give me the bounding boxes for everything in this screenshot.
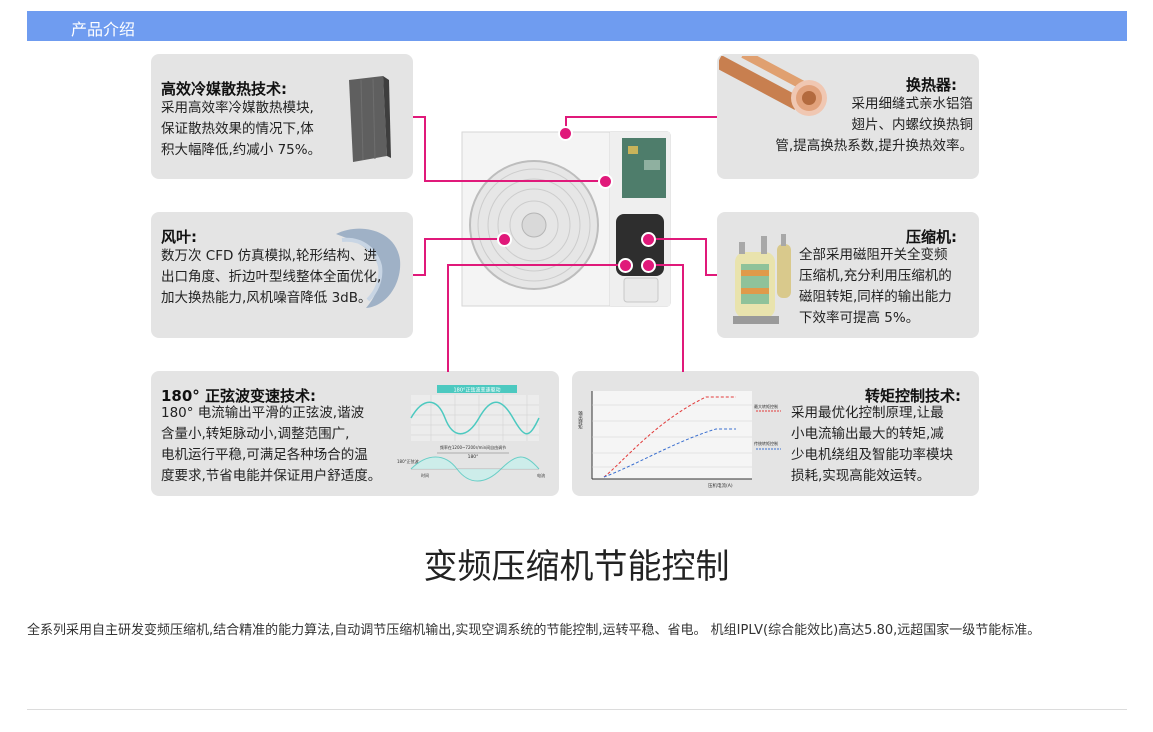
card-text: 数万次 CFD 仿真模拟,轮形结构、进 出口角度、折边叶型线整体全面优化, 加大… — [161, 248, 382, 306]
degree-label: 180° — [468, 454, 479, 460]
band-label: 频率在1200~7200r/min间自由调节 — [440, 444, 506, 450]
card-text: 采用高效率冷媒散热模块, 保证散热效果的情况下,体 积大幅降低,约减小 75%。 — [161, 100, 322, 158]
torque-chart-trad-label: 传统转矩控制 — [754, 440, 778, 446]
card-sine-wave: 180° 正弦波变速技术: 180° 电流输出平滑的正弦波,谐波 含量小,转矩脉… — [151, 371, 559, 496]
card-text: 采用细缝式亲水铝箔 翅片、内螺纹换热铜 管,提高换热系数,提升换热效率。 — [775, 96, 973, 154]
card-title: 压缩机: — [906, 228, 957, 246]
card-heat-exchanger: 换热器: 采用细缝式亲水铝箔 翅片、内螺纹换热铜 管,提高换热系数,提升换热效率… — [717, 54, 979, 179]
card-text: 采用最优化控制原理,让最 小电流输出最大的转矩,减 少电机绕组及智能功率模块 损… — [791, 405, 953, 484]
pointer-dot-fan — [497, 232, 512, 247]
torque-chart-ylabel: 输出转矩 — [578, 410, 583, 431]
section-header-bar: 产品介绍 — [27, 11, 1127, 41]
heat-sink-module-image — [349, 76, 391, 162]
chart-banner: 180°正弦波变速驱动 — [453, 387, 500, 394]
sine-wave-diagram: 180°正弦波变速驱动 频率在1200~7200r/min间自由调节 180° … — [397, 385, 545, 482]
section-header-title: 产品介绍 — [71, 20, 136, 39]
axis-label-time: 时间 — [421, 472, 429, 478]
outdoor-unit-image — [461, 131, 671, 307]
pointer-dot-compressor — [641, 232, 656, 247]
torque-chart-xlabel: 压机电流(A) — [708, 482, 733, 489]
axis-label-left: 180°正弦波 — [397, 458, 419, 464]
card-title: 换热器: — [906, 76, 957, 94]
card-compressor: 压缩机: 全部采用磁阻开关全变频 压缩机,充分利用压缩机的 磁阻转矩,同样的输出… — [717, 212, 979, 338]
compressor-image — [733, 234, 791, 324]
pointer-dot-heat-exchanger — [558, 126, 573, 141]
card-text: 180° 电流输出平滑的正弦波,谐波 含量小,转矩脉动小,调整范围广, 电机运行… — [161, 405, 382, 484]
card-title: 高效冷媒散热技术: — [161, 80, 287, 98]
pointer-dot-heat-dissipation — [598, 174, 613, 189]
card-heat-dissipation: 高效冷媒散热技术: 采用高效率冷媒散热模块, 保证散热效果的情况下,体 积大幅降… — [151, 54, 413, 179]
section-description: 全系列采用自主研发变频压缩机,结合精准的能力算法,自动调节压缩机输出,实现空调系… — [27, 623, 1041, 638]
card-title: 风叶: — [161, 228, 197, 246]
torque-chart-max-label: 最大转矩控制 — [754, 403, 778, 409]
section-title: 变频压缩机节能控制 — [423, 547, 730, 587]
card-text: 全部采用磁阻开关全变频 压缩机,充分利用压缩机的 磁阻转矩,同样的输出能力 下效… — [799, 247, 952, 326]
pointer-dot-torque — [641, 258, 656, 273]
divider — [27, 709, 1127, 710]
card-torque-control: 输出转矩 压机电流(A) 最大转矩控制 传统转矩控制 转矩控制技术: 采用最优化… — [572, 371, 979, 496]
torque-chart: 输出转矩 压机电流(A) 最大转矩控制 传统转矩控制 — [578, 391, 781, 489]
axis-label-current: 电流 — [537, 472, 545, 478]
card-fan-blade: 风叶: 数万次 CFD 仿真模拟,轮形结构、进 出口角度、折边叶型线整体全面优化… — [151, 212, 413, 338]
pointer-dot-sine-wave — [618, 258, 633, 273]
